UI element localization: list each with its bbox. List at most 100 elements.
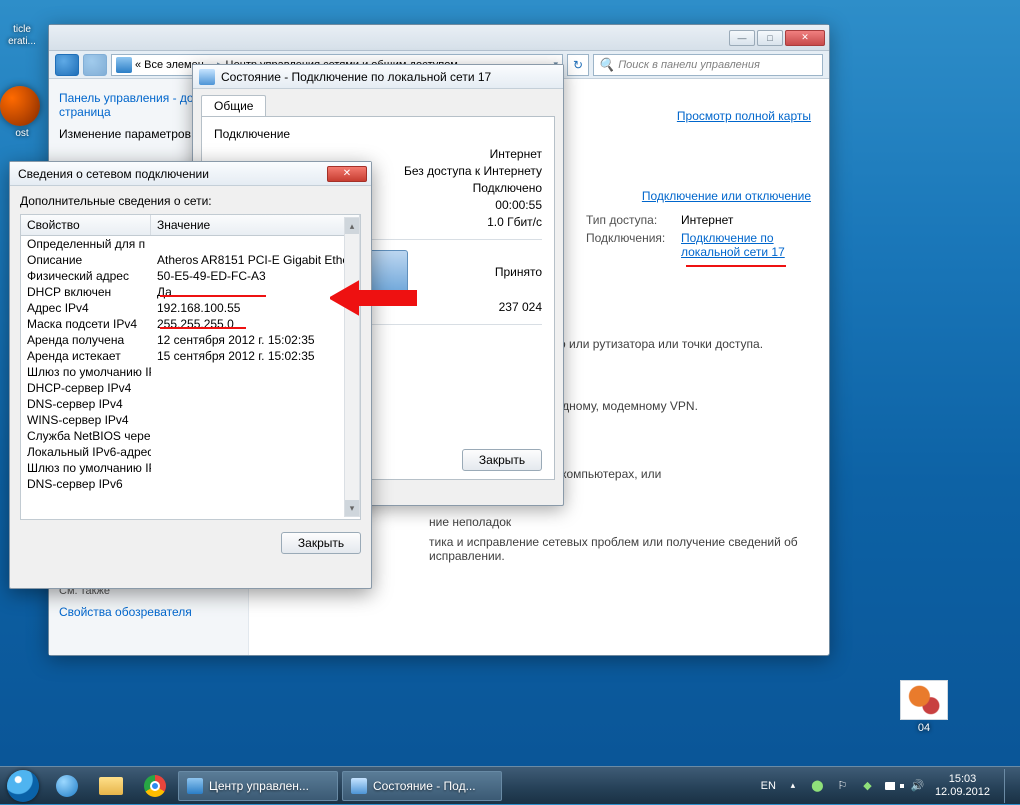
table-row[interactable]: Шлюз по умолчанию IP... <box>21 364 360 380</box>
action-center-icon[interactable]: ⚐ <box>835 778 850 793</box>
table-row[interactable]: Служба NetBIOS чере... <box>21 428 360 444</box>
value-cell <box>151 461 360 475</box>
control-panel-icon <box>116 57 132 73</box>
search-icon: 🔍 <box>598 57 614 73</box>
scroll-up-icon[interactable]: ▴ <box>345 218 359 234</box>
table-row[interactable]: Шлюз по умолчанию IP... <box>21 460 360 476</box>
connect-disconnect-link[interactable]: Подключение или отключение <box>586 189 811 203</box>
value-cell <box>151 477 360 491</box>
search-input[interactable]: 🔍 Поиск в панели управления <box>593 54 823 76</box>
tray-app-icon[interactable]: ⬤ <box>810 778 825 793</box>
ie-icon <box>56 775 78 797</box>
search-placeholder: Поиск в панели управления <box>618 59 760 71</box>
table-row[interactable]: Маска подсети IPv4255.255.255.0 <box>21 316 360 332</box>
close-button[interactable]: Закрыть <box>281 532 361 554</box>
property-cell: WINS-сервер IPv4 <box>21 413 151 427</box>
property-cell: Шлюз по умолчанию IP... <box>21 461 151 475</box>
property-cell: Аренда получена <box>21 333 151 347</box>
troubleshoot-link[interactable]: ние неполадок <box>429 515 813 529</box>
table-row[interactable]: Аренда получена12 сентября 2012 г. 15:02… <box>21 332 360 348</box>
bytes-received-value: 237 024 <box>499 300 542 314</box>
desktop-label: ticle <box>0 24 44 35</box>
taskbar-item-label: Состояние - Под... <box>373 779 476 793</box>
close-button[interactable]: Закрыть <box>462 449 542 471</box>
taskbar-pinned-chrome[interactable] <box>134 771 176 801</box>
table-row[interactable]: ОписаниеAtheros AR8151 PCI-E Gigabit Eth… <box>21 252 360 268</box>
table-row[interactable]: Физический адрес50-E5-49-ED-FC-A3 <box>21 268 360 284</box>
value-cell <box>151 429 360 443</box>
column-property-header[interactable]: Свойство <box>21 215 151 235</box>
connection-link[interactable]: Подключение по локальной сети 17 <box>681 231 811 259</box>
value-cell <box>151 397 360 411</box>
ipv6-connectivity-value: Без доступа к Интернету <box>404 164 542 178</box>
property-cell: Локальный IPv6-адрес... <box>21 445 151 459</box>
maximize-button[interactable]: □ <box>757 30 783 46</box>
table-row[interactable]: Локальный IPv6-адрес... <box>21 444 360 460</box>
clock[interactable]: 15:03 12.09.2012 <box>935 773 990 799</box>
desktop-icon-label: 04 <box>918 722 930 734</box>
nav-forward-button[interactable] <box>83 54 107 76</box>
windows-orb-icon <box>7 770 39 802</box>
annotation-underline <box>160 295 266 297</box>
tab-general[interactable]: Общие <box>201 95 266 116</box>
breadcrumb-prefix: « <box>135 59 141 71</box>
table-row[interactable]: Определенный для п <box>21 236 360 252</box>
value-cell <box>151 237 360 251</box>
taskbar-pinned-ie[interactable] <box>46 771 88 801</box>
connection-icon <box>351 778 367 794</box>
body-text: тика и исправление сетевых проблем или п… <box>429 535 813 563</box>
value-cell <box>151 365 360 379</box>
table-row[interactable]: DNS-сервер IPv4 <box>21 396 360 412</box>
media-state-value: Подключено <box>473 181 542 195</box>
window-titlebar: — □ ✕ <box>49 25 829 51</box>
details-table: Свойство Значение Определенный для пОпис… <box>20 214 361 520</box>
access-type-label: Тип доступа: <box>586 213 671 227</box>
window-title: Сведения о сетевом подключении <box>18 167 209 181</box>
scroll-down-icon[interactable]: ▾ <box>345 500 359 516</box>
property-cell: Физический адрес <box>21 269 151 283</box>
taskbar-item-connection-status[interactable]: Состояние - Под... <box>342 771 502 801</box>
language-indicator[interactable]: EN <box>761 780 776 792</box>
desktop-icon[interactable]: 04 <box>896 680 952 734</box>
desktop-icon[interactable] <box>0 86 40 126</box>
property-cell: Шлюз по умолчанию IP... <box>21 365 151 379</box>
desktop-label: ost <box>0 128 44 139</box>
minimize-button[interactable]: — <box>729 30 755 46</box>
refresh-button[interactable]: ↻ <box>567 54 589 76</box>
annotation-underline <box>160 327 246 329</box>
table-row[interactable]: DHCP включенДа <box>21 284 360 300</box>
table-row[interactable]: Адрес IPv4192.168.100.55 <box>21 300 360 316</box>
duration-value: 00:00:55 <box>495 198 542 212</box>
speed-value: 1.0 Гбит/с <box>487 215 542 229</box>
view-full-map-link[interactable]: Просмотр полной карты <box>677 109 811 123</box>
show-desktop-button[interactable] <box>1004 769 1012 803</box>
nav-back-button[interactable] <box>55 54 79 76</box>
tray-overflow-icon[interactable]: ▴ <box>786 779 800 793</box>
scrollbar[interactable]: ▴ ▾ <box>344 217 360 517</box>
property-cell: DNS-сервер IPv6 <box>21 477 151 491</box>
property-cell: DHCP-сервер IPv4 <box>21 381 151 395</box>
close-button[interactable]: ✕ <box>327 166 367 182</box>
value-cell <box>151 445 360 459</box>
property-cell: Аренда истекает <box>21 349 151 363</box>
desktop-label: erati... <box>0 36 44 47</box>
tray-app-icon[interactable]: ◆ <box>860 778 875 793</box>
table-row[interactable]: WINS-сервер IPv4 <box>21 412 360 428</box>
taskbar: Центр управлен... Состояние - Под... EN … <box>0 766 1020 804</box>
network-tray-icon[interactable] <box>885 778 900 793</box>
taskbar-item-network-center[interactable]: Центр управлен... <box>178 771 338 801</box>
property-cell: DHCP включен <box>21 285 151 299</box>
start-button[interactable] <box>0 767 46 805</box>
taskbar-item-label: Центр управлен... <box>209 779 309 793</box>
table-row[interactable]: DNS-сервер IPv6 <box>21 476 360 492</box>
taskbar-pinned-explorer[interactable] <box>90 771 132 801</box>
sidebar-item-internet-options[interactable]: Свойства обозревателя <box>59 605 239 619</box>
column-value-header[interactable]: Значение <box>151 215 360 235</box>
close-button[interactable]: ✕ <box>785 30 825 46</box>
table-row[interactable]: DHCP-сервер IPv4 <box>21 380 360 396</box>
table-row[interactable]: Аренда истекает15 сентября 2012 г. 15:02… <box>21 348 360 364</box>
value-cell <box>151 381 360 395</box>
value-cell: 50-E5-49-ED-FC-A3 <box>151 269 360 283</box>
connection-details-window: Сведения о сетевом подключении ✕ Дополни… <box>9 161 372 589</box>
volume-icon[interactable]: 🔊 <box>910 778 925 793</box>
